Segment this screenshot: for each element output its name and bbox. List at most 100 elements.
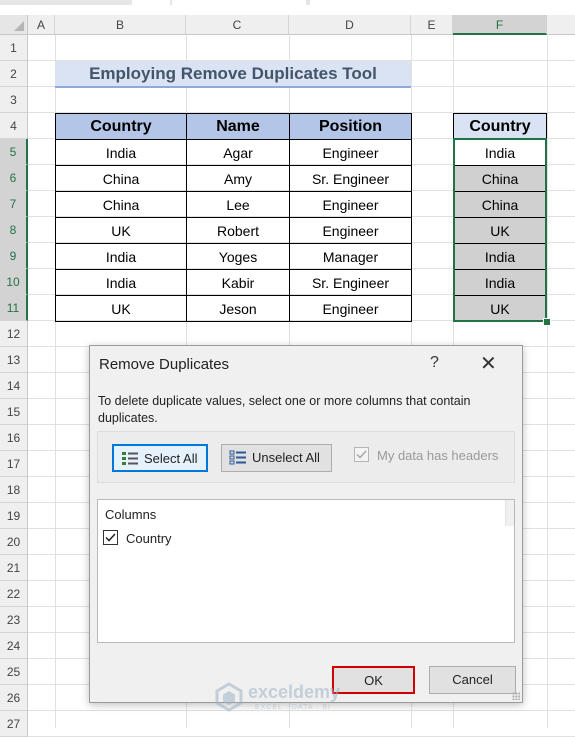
column-header-c[interactable]: C: [186, 15, 289, 35]
row-header[interactable]: 10: [0, 269, 28, 295]
country-cell[interactable]: India: [453, 243, 547, 270]
data-table: Country Name Position India Agar Enginee…: [55, 113, 412, 322]
select-buttons-panel: Select All Unselect All My data has head…: [97, 431, 515, 483]
header-country[interactable]: Country: [55, 113, 187, 140]
row-header[interactable]: 2: [0, 61, 28, 87]
cell-country[interactable]: India: [55, 139, 187, 166]
dialog-title: Remove Duplicates: [99, 356, 230, 373]
table-row: UK: [453, 217, 547, 244]
my-data-has-headers-checkbox[interactable]: My data has headers: [354, 447, 498, 463]
cell-name[interactable]: Kabir: [186, 269, 290, 296]
cell-country[interactable]: China: [55, 191, 187, 218]
cell-country[interactable]: UK: [55, 217, 187, 244]
cell-name[interactable]: Yoges: [186, 243, 290, 270]
row-header[interactable]: 16: [0, 425, 28, 451]
row-header[interactable]: 5: [0, 139, 28, 165]
row-header[interactable]: 4: [0, 113, 28, 139]
columns-list-header: Columns: [105, 507, 157, 522]
country-cell[interactable]: UK: [453, 295, 547, 322]
dialog-message: To delete duplicate values, select one o…: [98, 394, 471, 425]
row-header[interactable]: 15: [0, 399, 28, 425]
cell-name[interactable]: Lee: [186, 191, 290, 218]
header-name[interactable]: Name: [186, 113, 290, 140]
country-cell[interactable]: India: [453, 269, 547, 296]
row-header[interactable]: 17: [0, 451, 28, 477]
tab-strip: [0, 0, 575, 5]
table-row: China Lee Engineer: [55, 191, 412, 218]
row-header[interactable]: 12: [0, 321, 28, 347]
row-header[interactable]: 11: [0, 295, 28, 321]
column-item-label: Country: [126, 531, 172, 546]
unselect-all-button[interactable]: Unselect All: [221, 444, 332, 472]
watermark-name: exceldemy: [248, 682, 341, 702]
select-all-corner[interactable]: [0, 15, 28, 35]
row-header[interactable]: 8: [0, 217, 28, 243]
columns-list: Columns Country: [97, 499, 515, 643]
column-checkbox-country[interactable]: Country: [103, 530, 172, 546]
cell-name[interactable]: Robert: [186, 217, 290, 244]
watermark-logo: exceldemy EXCEL · DATA · BI: [215, 682, 375, 722]
cell-position[interactable]: Engineer: [289, 217, 412, 244]
row-header[interactable]: 23: [0, 607, 28, 633]
cell-position[interactable]: Sr. Engineer: [289, 165, 412, 192]
cell-country[interactable]: India: [55, 269, 187, 296]
country-column-table: Country India China China UK India India…: [453, 113, 547, 322]
help-button[interactable]: ?: [430, 354, 439, 372]
cell-position[interactable]: Engineer: [289, 295, 412, 322]
row-header[interactable]: 27: [0, 711, 28, 737]
cell-country[interactable]: UK: [55, 295, 187, 322]
table-row: India: [453, 139, 547, 166]
table-row: UK: [453, 295, 547, 322]
select-all-label: Select All: [144, 451, 198, 466]
row-header[interactable]: 20: [0, 529, 28, 555]
row-header[interactable]: 26: [0, 685, 28, 711]
row-header[interactable]: 25: [0, 659, 28, 685]
check-icon: [105, 533, 116, 542]
column-header-f[interactable]: F: [453, 15, 547, 35]
row-header[interactable]: 14: [0, 373, 28, 399]
column-header-d[interactable]: D: [289, 15, 411, 35]
row-header[interactable]: 24: [0, 633, 28, 659]
column-header-a[interactable]: A: [28, 15, 55, 35]
row-header[interactable]: 3: [0, 87, 28, 113]
country-cell[interactable]: China: [453, 165, 547, 192]
cell-country[interactable]: India: [55, 243, 187, 270]
row-header[interactable]: 1: [0, 35, 28, 61]
close-icon[interactable]: ✕: [480, 351, 497, 376]
resize-grip[interactable]: [512, 692, 520, 700]
table-row: India Yoges Manager: [55, 243, 412, 270]
column-header-g[interactable]: [547, 15, 575, 35]
list-scrollbar[interactable]: [505, 500, 514, 526]
row-header[interactable]: 9: [0, 243, 28, 269]
checkbox-checked[interactable]: [103, 530, 118, 545]
cell-country[interactable]: China: [55, 165, 187, 192]
row-header[interactable]: 19: [0, 503, 28, 529]
fill-handle[interactable]: [543, 318, 551, 326]
table-row: India: [453, 269, 547, 296]
column-header-e[interactable]: E: [411, 15, 453, 35]
country-cell[interactable]: China: [453, 191, 547, 218]
row-header[interactable]: 13: [0, 347, 28, 373]
tab-strip-gap: [132, 0, 170, 5]
tab-strip-gap: [310, 0, 575, 5]
country-cell[interactable]: India: [453, 139, 547, 166]
cell-position[interactable]: Engineer: [289, 139, 412, 166]
cell-position[interactable]: Sr. Engineer: [289, 269, 412, 296]
row-header[interactable]: 7: [0, 191, 28, 217]
country-cell[interactable]: UK: [453, 217, 547, 244]
cell-position[interactable]: Engineer: [289, 191, 412, 218]
country-column-header[interactable]: Country: [453, 113, 547, 140]
row-header[interactable]: 21: [0, 555, 28, 581]
cell-name[interactable]: Amy: [186, 165, 290, 192]
row-header[interactable]: 6: [0, 165, 28, 191]
sheet-title[interactable]: Employing Remove Duplicates Tool: [55, 61, 411, 88]
cell-name[interactable]: Jeson: [186, 295, 290, 322]
header-position[interactable]: Position: [289, 113, 412, 140]
cancel-button[interactable]: Cancel: [429, 666, 516, 694]
cell-position[interactable]: Manager: [289, 243, 412, 270]
row-header[interactable]: 22: [0, 581, 28, 607]
cell-name[interactable]: Agar: [186, 139, 290, 166]
row-header[interactable]: 18: [0, 477, 28, 503]
select-all-button[interactable]: Select All: [112, 444, 208, 472]
column-header-b[interactable]: B: [55, 15, 186, 35]
